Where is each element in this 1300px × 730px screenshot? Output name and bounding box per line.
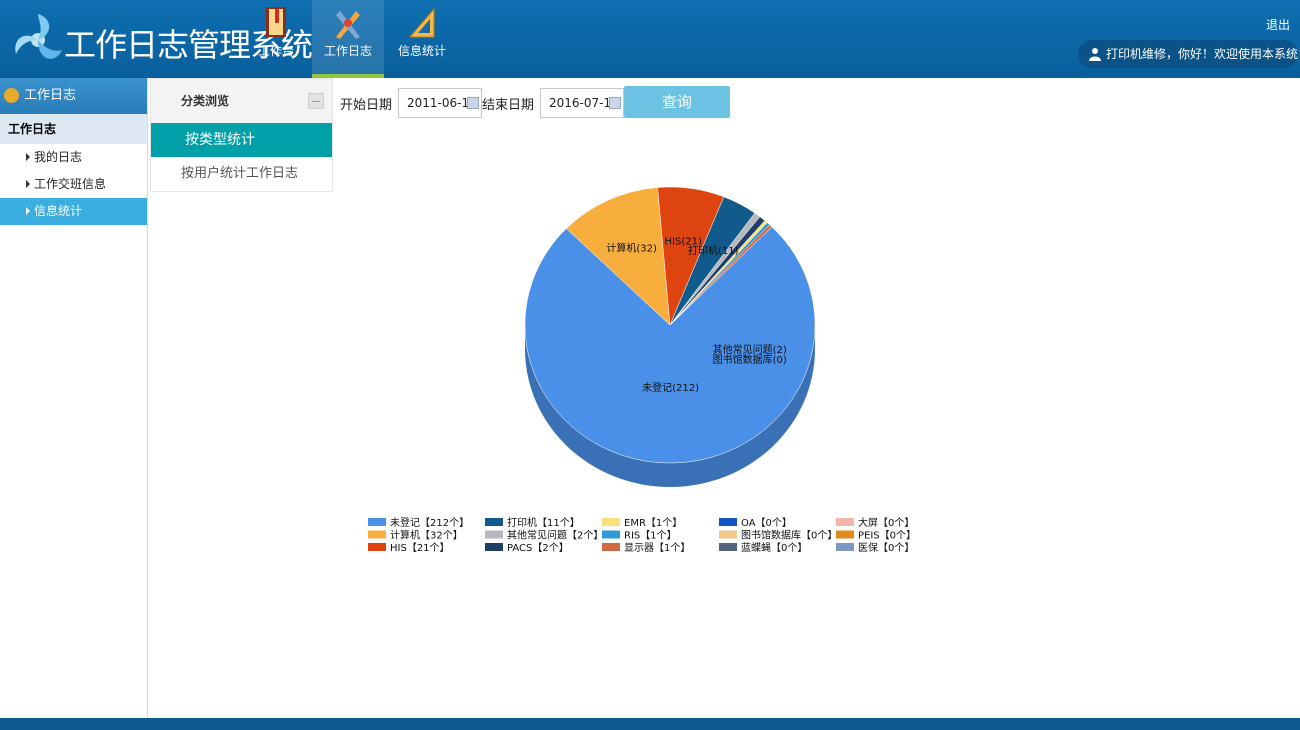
legend-item-11[interactable]: 图书馆数据库【0个】 [741, 529, 837, 542]
sidebar-item-statistics[interactable]: 信息统计 [0, 198, 147, 225]
logout-link[interactable]: 退出 [1266, 16, 1290, 33]
legend-swatch-2 [368, 530, 386, 539]
sidebar-group-label: 工作日志 [8, 122, 57, 136]
chevron-down-icon [4, 88, 19, 103]
legend-item-5[interactable]: 其他常见问题【2个】 [507, 529, 603, 542]
logo-icon [15, 14, 62, 59]
pie-top-group [524, 186, 816, 464]
caret-right-icon [26, 207, 30, 215]
chart-legend: 未登记【212个】计算机【32个】HIS【21个】 打印机【11个】其他常见问题【… [368, 516, 916, 554]
legend-swatch-13 [836, 518, 854, 526]
pie-chart: 未登记(212)计算机(32)HIS(21)打印机(11)其他常见问题(2)图书… [368, 186, 916, 554]
sidebar-header-label: 工作日志 [24, 88, 77, 103]
nav-workbench-label: 工作台 [257, 44, 294, 58]
legend-swatch-6 [485, 543, 503, 551]
legend-swatch-12 [719, 543, 737, 551]
calendar-icon[interactable] [609, 97, 621, 109]
category-panel-title: 分类浏览 [181, 94, 230, 108]
legend-item-8[interactable]: RIS【1个】 [624, 530, 677, 542]
legend-item-2[interactable]: 计算机【32个】 [390, 529, 463, 542]
legend-item-13[interactable]: 大屏【0个】 [858, 516, 914, 529]
nav-statistics-label: 信息统计 [397, 44, 446, 58]
legend-item-4[interactable]: 打印机【11个】 [507, 516, 580, 529]
book-icon [266, 7, 286, 37]
sidebar-item-label: 我的日志 [34, 150, 83, 164]
category-panel: 分类浏览 按类型统计 按用户统计工作日志 [150, 78, 333, 192]
legend-item-14[interactable]: PEIS【0个】 [858, 530, 916, 542]
legend-swatch-1 [368, 518, 386, 526]
query-button[interactable]: 查询 [624, 86, 730, 118]
pie-label-11: 图书馆数据库(0) [713, 353, 787, 366]
legend-item-15[interactable]: 医保【0个】 [858, 541, 914, 554]
caret-right-icon [26, 180, 30, 188]
legend-swatch-10 [719, 518, 737, 526]
legend-swatch-15 [836, 543, 854, 551]
legend-swatch-11 [719, 530, 737, 539]
welcome-badge: 打印机维修，你好！欢迎使用本系统 [1078, 40, 1298, 68]
category-panel-header: 分类浏览 [151, 79, 332, 123]
legend-swatch-3 [368, 543, 386, 551]
sidebar: 工作日志 工作日志 我的日志 工作交班信息 信息统计 [0, 78, 148, 718]
legend-swatch-8 [602, 530, 620, 539]
legend-item-9[interactable]: 显示器【1个】 [624, 542, 690, 554]
legend-item-1[interactable]: 未登记【212个】 [390, 516, 469, 529]
start-date-label: 开始日期 [340, 98, 393, 113]
top-header: 工作日志管理系统 工作台 工作日志 信息统计 退出 打印机维修，你好！欢迎使用本… [0, 0, 1300, 78]
sidebar-item-label: 工作交班信息 [34, 177, 107, 191]
nav-statistics[interactable]: 信息统计 [386, 0, 458, 78]
pie-label-1: 未登记(212) [642, 381, 699, 394]
ruler-icon [408, 7, 435, 38]
legend-swatch-4 [485, 518, 503, 526]
sidebar-item-label: 信息统计 [34, 204, 83, 218]
collapse-icon[interactable] [308, 93, 324, 109]
legend-item-6[interactable]: PACS【2个】 [507, 542, 569, 554]
end-date-input[interactable]: 2016-07-18 [540, 88, 624, 118]
legend-swatch-5 [485, 530, 503, 539]
category-by-type[interactable]: 按类型统计 [151, 123, 332, 157]
legend-swatch-9 [602, 543, 620, 551]
sidebar-item-handover[interactable]: 工作交班信息 [0, 171, 147, 198]
legend-swatch-14 [836, 530, 854, 539]
nav-workbench[interactable]: 工作台 [240, 0, 312, 78]
pie-label-4: 打印机(11) [688, 244, 739, 257]
legend-item-12[interactable]: 蓝蝶蝇【0个】 [741, 541, 807, 554]
nav-work-log-label: 工作日志 [323, 44, 372, 58]
legend-swatch-7 [602, 518, 620, 526]
welcome-text: 打印机维修，你好！欢迎使用本系统 [1106, 47, 1299, 61]
calendar-icon[interactable] [467, 97, 479, 109]
nav-work-log[interactable]: 工作日志 [312, 0, 384, 78]
legend-item-10[interactable]: OA【0个】 [741, 517, 792, 529]
end-date-label: 结束日期 [482, 98, 535, 113]
pie-label-2: 计算机(32) [606, 242, 657, 255]
sidebar-header[interactable]: 工作日志 [0, 78, 147, 114]
tools-icon [336, 11, 360, 39]
legend-item-7[interactable]: EMR【1个】 [624, 517, 682, 529]
legend-item-3[interactable]: HIS【21个】 [390, 542, 450, 554]
caret-right-icon [26, 153, 30, 161]
sidebar-item-my-log[interactable]: 我的日志 [0, 144, 147, 171]
start-date-input[interactable]: 2011-06-18 [398, 88, 482, 118]
taskbar [0, 718, 1300, 730]
sidebar-group-work-log[interactable]: 工作日志 [0, 114, 147, 144]
user-icon [1089, 48, 1101, 61]
